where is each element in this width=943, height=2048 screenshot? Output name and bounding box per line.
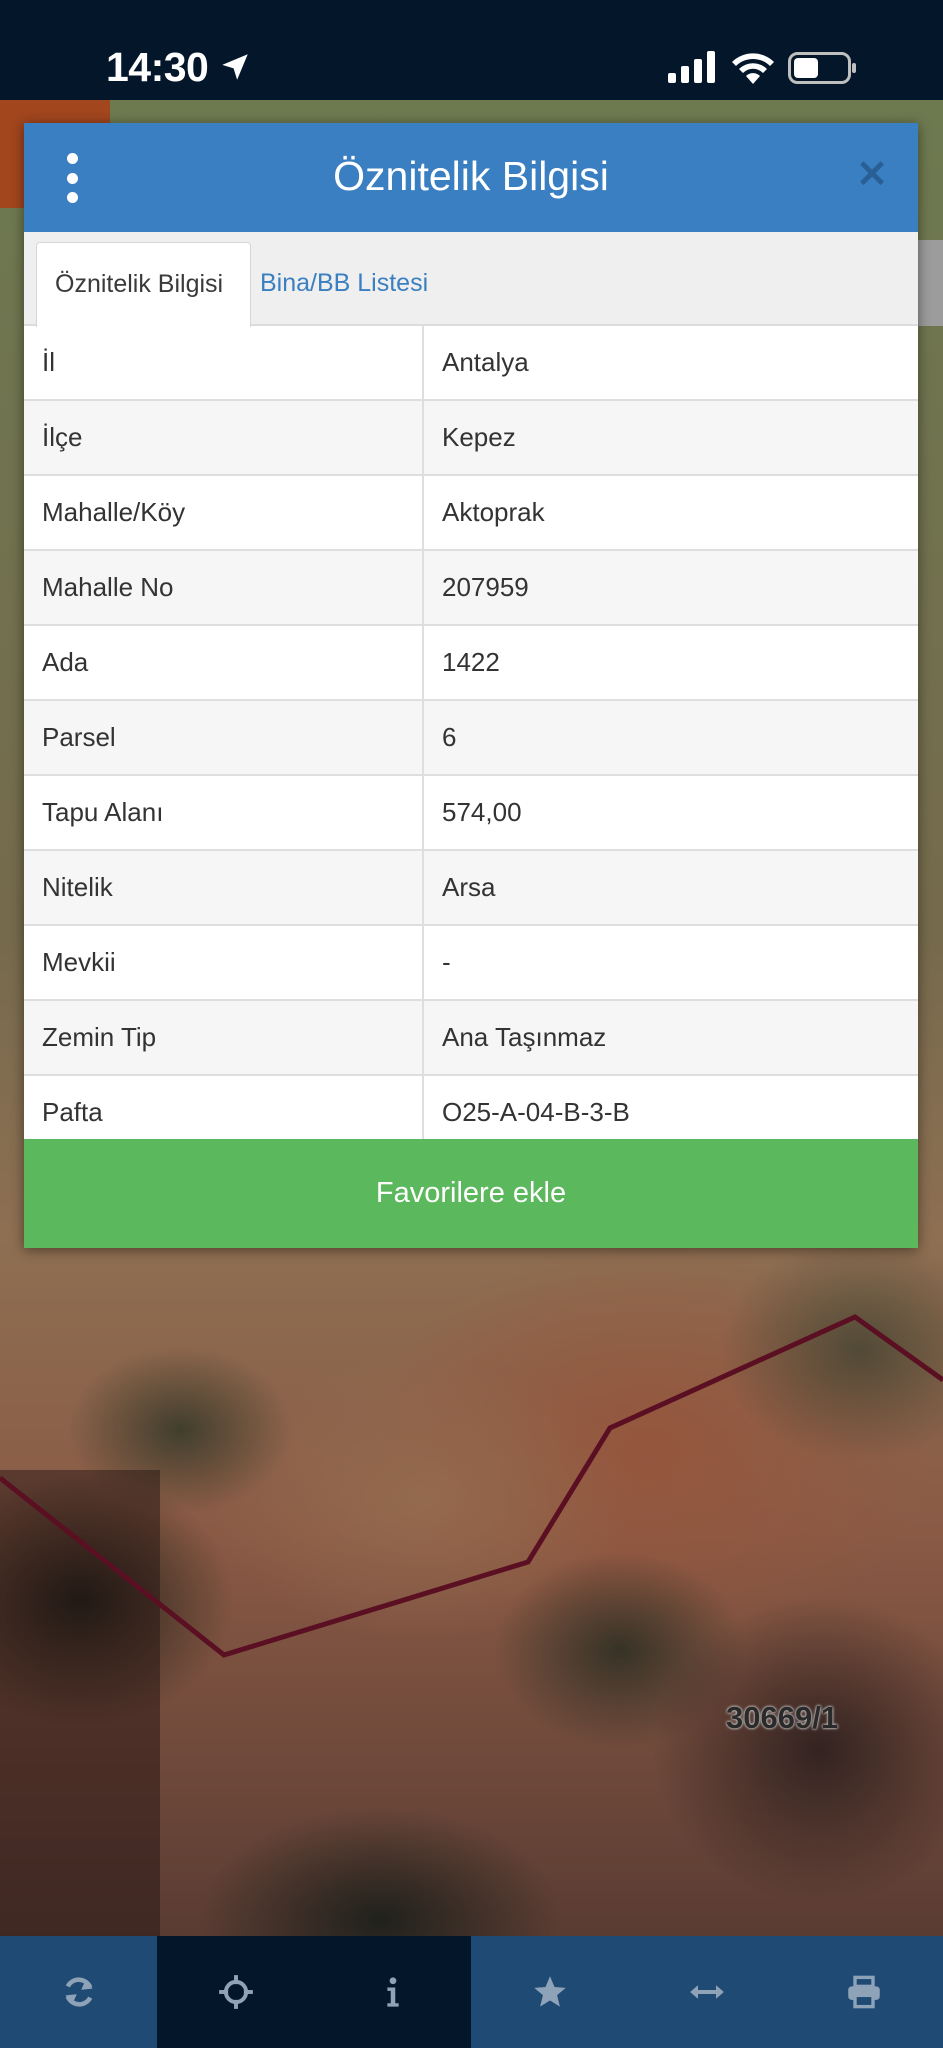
star-icon [533,1976,566,2007]
crosshair-icon [218,1975,253,2009]
attribute-key: Parsel [24,700,424,776]
status-bar: 14:30 [0,0,943,100]
table-row: İl Antalya [24,326,918,401]
info-icon [386,1977,399,2007]
table-row: Mevkii - [24,925,918,1001]
measure-button[interactable] [628,1936,785,2048]
modal-title: Öznitelik Bilgisi [333,153,609,199]
attribute-key: Mevkii [24,925,424,1001]
attribute-value: Arsa [423,850,918,926]
attribute-key: Mahalle No [24,550,424,626]
table-row: Zemin Tip Ana Taşınmaz [24,1000,918,1076]
attribute-key: İlçe [24,400,424,476]
favorites-button[interactable] [471,1936,628,2048]
attribute-value: 207959 [423,550,918,626]
table-row: Nitelik Arsa [24,850,918,926]
attribute-value: 574,00 [423,775,918,851]
add-to-favorites-button[interactable]: Favorilere ekle [24,1139,918,1248]
status-time: 14:30 [106,44,209,90]
attribute-value: Ana Taşınmaz [423,1000,918,1076]
table-row: Ada 1422 [24,625,918,701]
battery-icon [788,52,856,84]
table-row: Mahalle No 207959 [24,550,918,626]
location-arrow-icon [222,54,248,80]
attribute-value: Aktoprak [423,475,918,551]
bottom-toolbar [0,1936,943,2048]
attribute-key: İl [24,326,424,401]
tab-attribute-info[interactable]: Öznitelik Bilgisi [36,242,251,327]
modal-tabs: Öznitelik Bilgisi Bina/BB Listesi [24,232,918,327]
attribute-key: Tapu Alanı [24,775,424,851]
print-button[interactable] [785,1936,942,2048]
attribute-key: Nitelik [24,850,424,926]
attribute-value: Kepez [423,400,918,476]
locate-button[interactable] [157,1936,314,2048]
table-row: İlçe Kepez [24,400,918,476]
measure-arrows-icon [689,1985,724,1999]
close-icon[interactable]: ✕ [856,155,888,195]
attribute-key: Mahalle/Köy [24,475,424,551]
attribute-table: İl Antalya İlçe Kepez Mahalle/Köy Aktoprak Mah… [24,326,918,1151]
wifi-icon [732,53,774,84]
tab-building-list[interactable]: Bina/BB Listesi [260,242,428,324]
attribute-info-modal: Öznitelik Bilgisi ✕ Öznitelik Bilgisi Bi… [24,123,918,1248]
attribute-value: Antalya [423,326,918,401]
print-icon [847,1975,880,2009]
attribute-value: 1422 [423,625,918,701]
parcel-number-label: 30669/1 [726,1700,839,1735]
attribute-key: Ada [24,625,424,701]
table-row: Parsel 6 [24,700,918,776]
cellular-signal-icon [668,51,715,83]
table-row: Mahalle/Köy Aktoprak [24,475,918,551]
attribute-value: 6 [423,700,918,776]
info-button[interactable] [314,1936,471,2048]
refresh-icon [65,1977,92,2007]
attribute-value: - [423,925,918,1001]
attribute-key: Zemin Tip [24,1000,424,1076]
refresh-button[interactable] [0,1936,157,2048]
modal-header: Öznitelik Bilgisi ✕ [24,123,918,232]
table-row: Tapu Alanı 574,00 [24,775,918,851]
